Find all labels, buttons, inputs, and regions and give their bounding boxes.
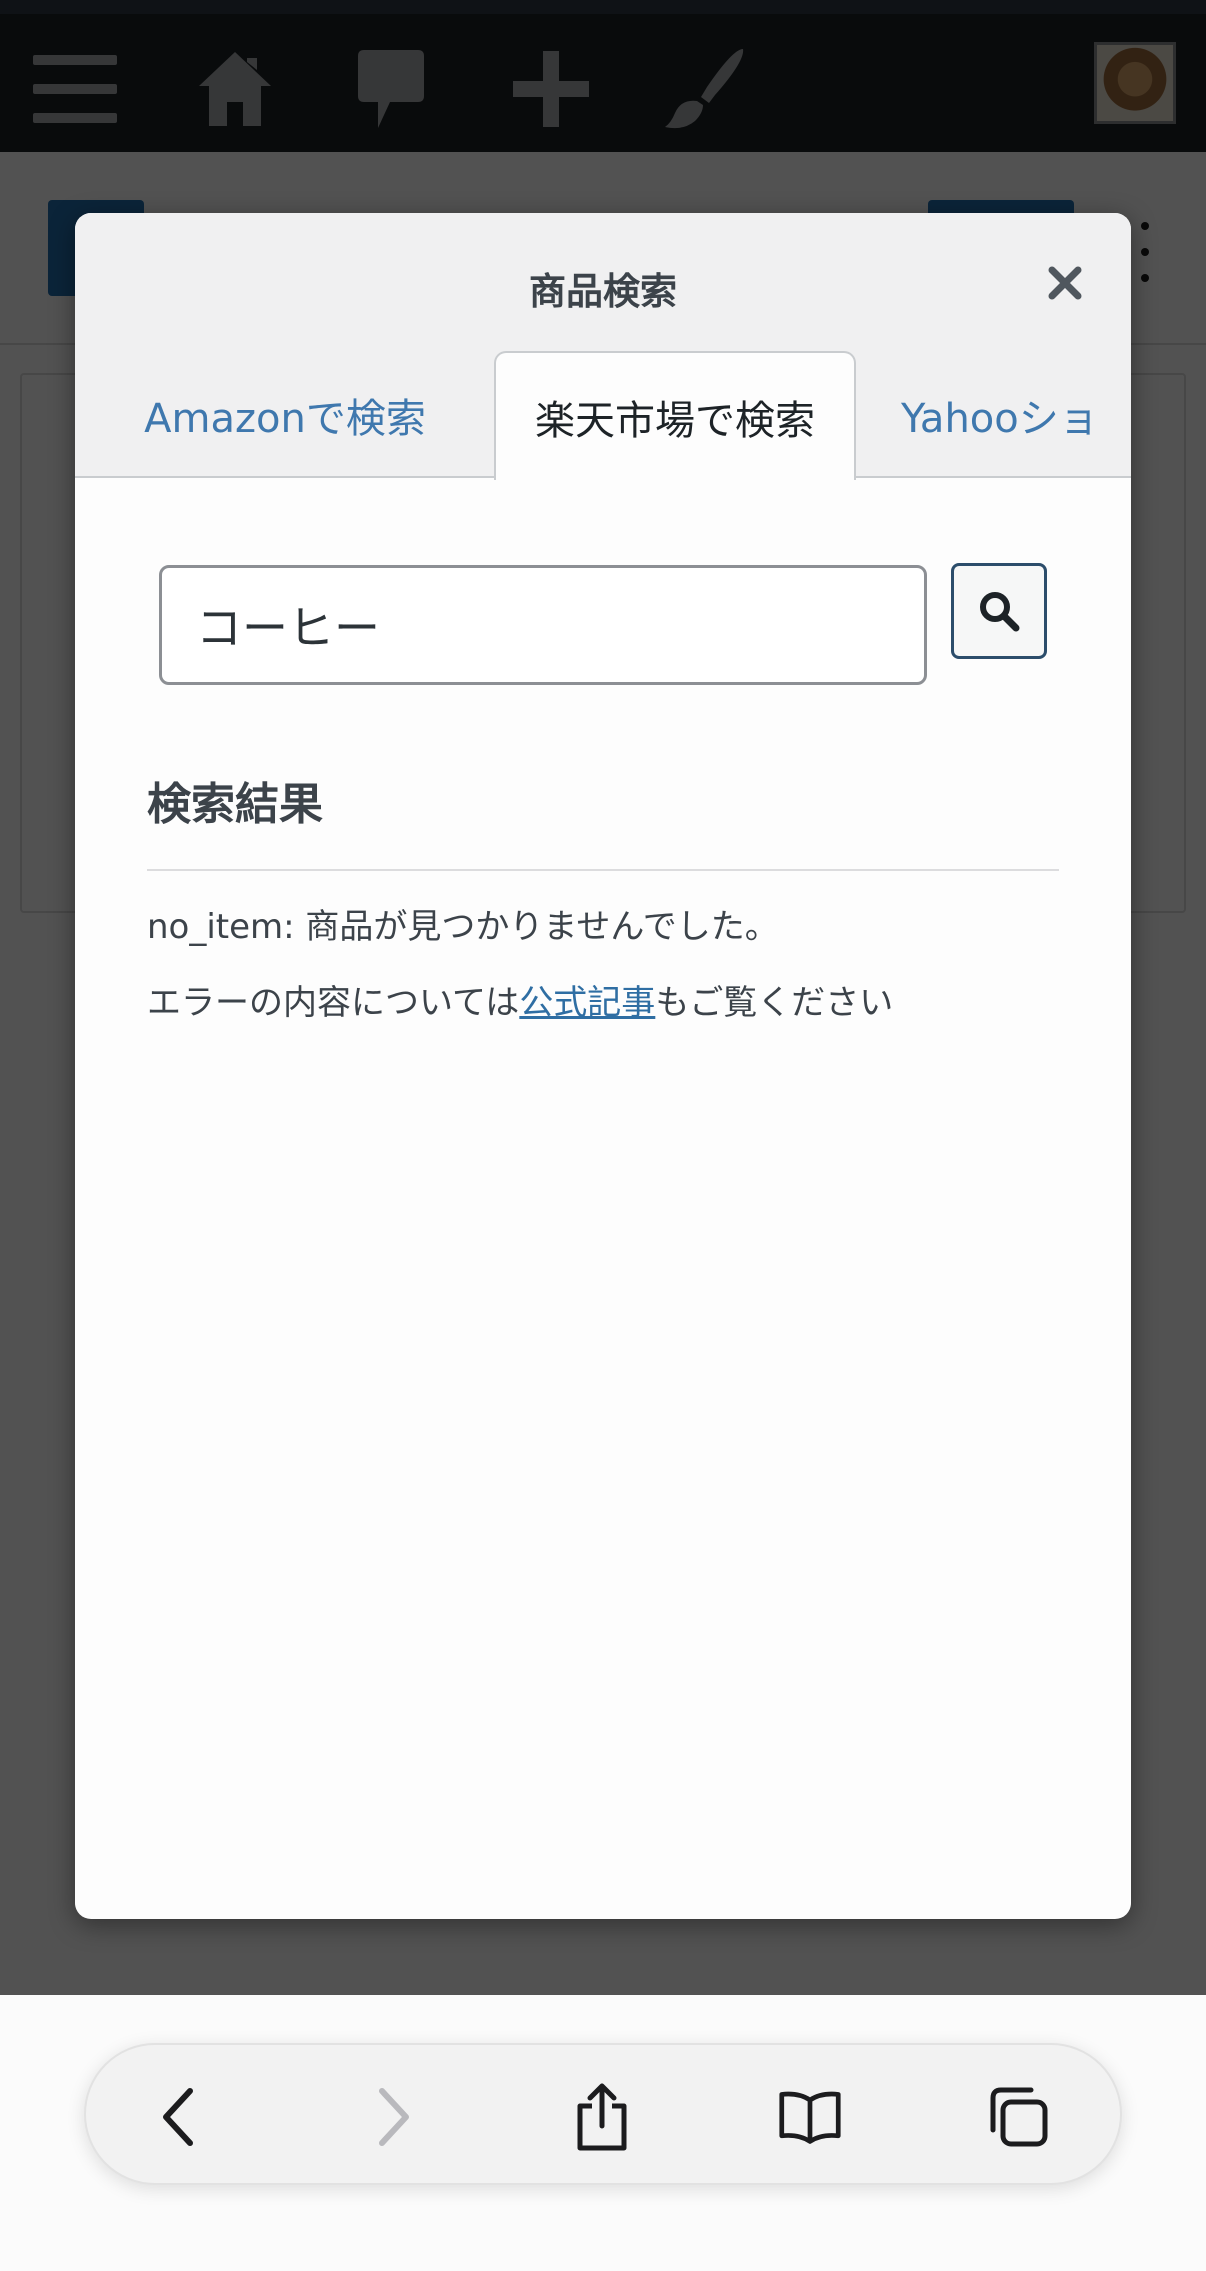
modal-header: 商品検索 Amazonで検索 楽天市場で検索 Yahooショ [75, 213, 1131, 480]
forward-button[interactable] [362, 2085, 426, 2149]
search-icon [980, 592, 1020, 632]
tabs-button[interactable] [986, 2085, 1050, 2149]
bookmarks-icon [779, 2091, 841, 2144]
tab-rakuten[interactable]: 楽天市場で検索 [494, 351, 856, 480]
error-note: エラーの内容については公式記事もご覧ください [147, 975, 893, 1024]
forward-icon [379, 2088, 409, 2146]
error-note-prefix: エラーの内容については [147, 983, 520, 1023]
share-icon [577, 2083, 627, 2151]
tab-amazon[interactable]: Amazonで検索 [135, 351, 435, 478]
divider [147, 869, 1059, 871]
search-input[interactable] [159, 565, 927, 685]
tabs-icon [990, 2087, 1048, 2147]
close-button[interactable] [1035, 253, 1095, 313]
back-icon [163, 2088, 193, 2146]
bookmarks-button[interactable] [778, 2085, 842, 2149]
modal-title: 商品検索 [529, 270, 677, 313]
search-button[interactable] [951, 563, 1047, 659]
browser-toolbar [0, 1995, 1206, 2271]
results-heading: 検索結果 [147, 779, 323, 830]
product-search-modal: 商品検索 Amazonで検索 楽天市場で検索 Yahooショ 検索結果 no_i… [75, 213, 1131, 1919]
official-article-link[interactable]: 公式記事 [519, 983, 655, 1023]
tab-yahoo[interactable]: Yahooショ [901, 351, 1131, 478]
error-note-suffix: もご覧ください [655, 983, 894, 1023]
share-button[interactable] [570, 2083, 634, 2151]
error-message: no_item: 商品が見つかりませんでした。 [147, 907, 779, 947]
browser-toolbar-pill [84, 2043, 1122, 2185]
close-icon [1048, 266, 1082, 300]
back-button[interactable] [146, 2085, 210, 2149]
